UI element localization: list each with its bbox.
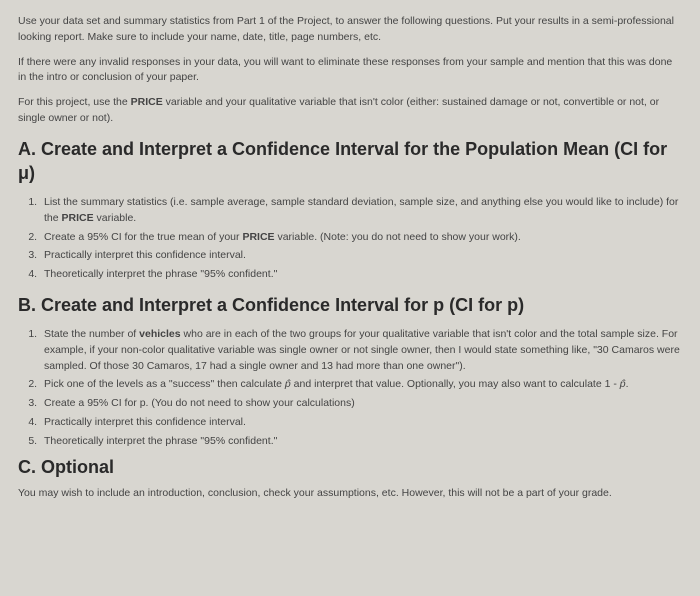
a2-pre: Create a 95% CI for the true mean of you… bbox=[44, 231, 242, 243]
section-b-item-4: Practically interpret this confidence in… bbox=[40, 415, 682, 431]
section-b-item-1: State the number of vehicles who are in … bbox=[40, 327, 682, 374]
b2-pre: Pick one of the levels as a "success" th… bbox=[44, 378, 285, 390]
b1-pre: State the number of bbox=[44, 328, 139, 340]
intro-paragraph-1: Use your data set and summary statistics… bbox=[18, 14, 682, 46]
a1-post: variable. bbox=[94, 212, 137, 224]
intro-p3-bold: PRICE bbox=[131, 96, 163, 108]
section-a-item-1: List the summary statistics (i.e. sample… bbox=[40, 195, 682, 227]
section-b-heading: B. Create and Interpret a Confidence Int… bbox=[18, 293, 682, 317]
b2-mid: and interpret that value. Optionally, yo… bbox=[291, 378, 620, 390]
intro-paragraph-2: If there were any invalid responses in y… bbox=[18, 55, 682, 87]
section-a-heading: A. Create and Interpret a Confidence Int… bbox=[18, 137, 682, 186]
b2-post: . bbox=[626, 378, 629, 390]
section-b-item-2: Pick one of the levels as a "success" th… bbox=[40, 377, 682, 393]
section-a-item-3: Practically interpret this confidence in… bbox=[40, 248, 682, 264]
section-a-item-4: Theoretically interpret the phrase "95% … bbox=[40, 267, 682, 283]
b1-bold: vehicles bbox=[139, 328, 180, 340]
section-a-list: List the summary statistics (i.e. sample… bbox=[18, 195, 682, 283]
section-c-heading: C. Optional bbox=[18, 457, 682, 478]
section-b-item-5: Theoretically interpret the phrase "95% … bbox=[40, 434, 682, 450]
section-b-item-3: Create a 95% CI for p. (You do not need … bbox=[40, 396, 682, 412]
section-b-list: State the number of vehicles who are in … bbox=[18, 327, 682, 449]
a2-bold: PRICE bbox=[242, 231, 274, 243]
section-c-text: You may wish to include an introduction,… bbox=[18, 486, 682, 502]
a1-pre: List the summary statistics (i.e. sample… bbox=[44, 196, 678, 224]
intro-p3-pre: For this project, use the bbox=[18, 96, 131, 108]
a2-post: variable. (Note: you do not need to show… bbox=[275, 231, 521, 243]
section-a-item-2: Create a 95% CI for the true mean of you… bbox=[40, 230, 682, 246]
a1-bold: PRICE bbox=[62, 212, 94, 224]
intro-paragraph-3: For this project, use the PRICE variable… bbox=[18, 95, 682, 127]
